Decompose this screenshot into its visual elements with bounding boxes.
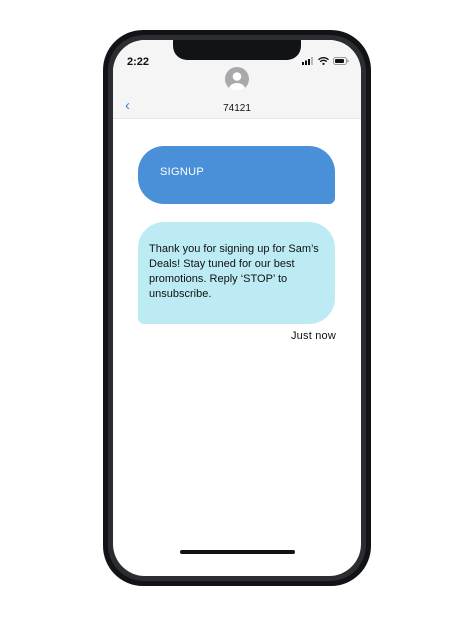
phone-notch (173, 40, 301, 60)
cellular-signal-icon (302, 57, 313, 65)
phone-screen: 2:22 ‹ 74121 SIGNUP Thank you for signin… (113, 40, 361, 576)
phone-frame: 2:22 ‹ 74121 SIGNUP Thank you for signin… (103, 30, 371, 586)
battery-icon (333, 57, 349, 65)
message-timestamp: Just now (290, 330, 336, 342)
home-indicator[interactable] (180, 550, 295, 554)
sent-message-bubble[interactable]: SIGNUP (138, 146, 335, 204)
sent-message-text: SIGNUP (160, 166, 204, 178)
person-silhouette-icon (229, 72, 245, 91)
status-icons (302, 57, 349, 65)
contact-name[interactable]: 74121 (113, 103, 361, 114)
received-message-text: Thank you for signing up for Sam’s Deals… (149, 243, 319, 300)
received-message-bubble[interactable]: Thank you for signing up for Sam’s Deals… (138, 222, 335, 324)
status-time: 2:22 (127, 56, 150, 68)
contact-avatar-icon[interactable] (225, 67, 249, 91)
wifi-icon (318, 57, 329, 65)
